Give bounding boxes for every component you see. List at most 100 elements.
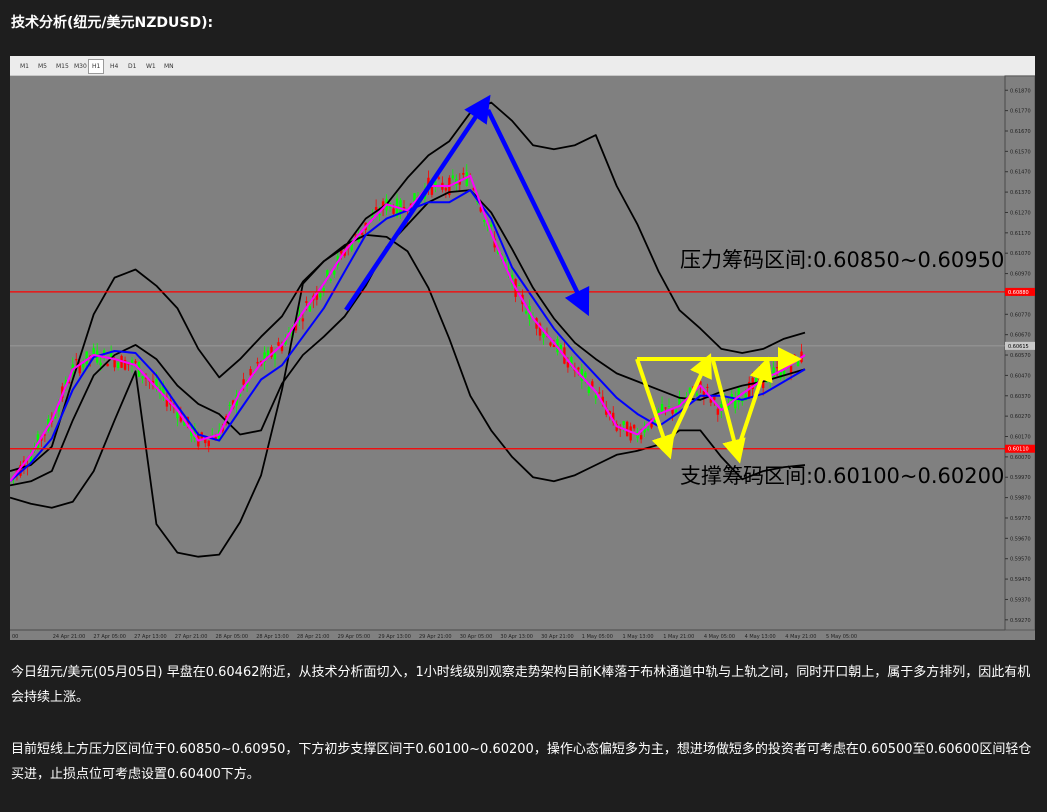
candle-body xyxy=(594,395,597,399)
analysis-paragraph-2: 目前短线上方压力区间位于0.60850~0.60950，下方初步支撑区间于0.6… xyxy=(11,742,1032,782)
y-tick-label: 0.60270 xyxy=(1010,414,1031,420)
x-tick-label: 29 Apr 21:00 xyxy=(419,634,452,640)
x-tick-label: 29 Apr 13:00 xyxy=(378,634,411,640)
candle-body xyxy=(399,200,402,214)
candle-body xyxy=(176,412,179,419)
y-tick-label: 0.60670 xyxy=(1010,333,1031,339)
y-tick-label: 0.61270 xyxy=(1010,210,1031,216)
y-tick-label: 0.59870 xyxy=(1010,496,1031,502)
analysis-paragraph-1: 今日纽元/美元(05月05日) 早盘在0.60462附近，从技术分析面切入，1小… xyxy=(11,665,1031,705)
candle-body xyxy=(632,424,636,429)
y-tick-label: 0.59570 xyxy=(1010,557,1031,563)
x-tick-label: 1 May 13:00 xyxy=(623,634,654,640)
candle-body xyxy=(106,363,109,367)
resistance-zone-annotation: 压力筹码区间:0.60850~0.60950 xyxy=(680,248,1004,272)
candle-body xyxy=(584,372,587,378)
candle-body xyxy=(333,270,336,275)
candle-body xyxy=(695,393,699,396)
candle-body xyxy=(242,379,245,385)
candle-body xyxy=(301,318,305,322)
candle-body xyxy=(85,351,88,365)
x-tick-label: 1 May 21:00 xyxy=(663,634,694,640)
plot-area xyxy=(10,76,1005,630)
candle-body xyxy=(629,426,632,441)
candle-body xyxy=(542,334,545,338)
x-tick-label: 24 Apr 21:00 xyxy=(53,634,86,640)
x-tick-label: 28 Apr 13:00 xyxy=(256,634,289,640)
candle-body xyxy=(625,421,629,437)
candle-body xyxy=(793,354,796,357)
candle-body xyxy=(249,368,252,376)
candle-body xyxy=(444,188,448,191)
y-tick-label: 0.61170 xyxy=(1010,231,1031,237)
candle-body xyxy=(489,224,493,227)
candle-body xyxy=(465,172,468,186)
y-tick-label: 0.61870 xyxy=(1010,88,1031,94)
candle-body xyxy=(524,311,528,314)
x-tick-label: 27 Apr 13:00 xyxy=(134,634,167,640)
candle-body xyxy=(437,177,441,179)
candle-body xyxy=(483,220,486,222)
candle-body xyxy=(141,376,144,379)
y-tick-label: 0.60070 xyxy=(1010,455,1031,461)
candle-body xyxy=(54,416,57,419)
candle-body xyxy=(462,173,465,175)
candle-body xyxy=(775,367,779,369)
candle-body xyxy=(674,410,678,413)
x-tick-label: 4 May 21:00 xyxy=(785,634,816,640)
y-tick-label: 0.60370 xyxy=(1010,394,1031,400)
x-tick-label: 4 May 13:00 xyxy=(745,634,776,640)
candle-body xyxy=(308,306,312,312)
y-tick-label: 0.61770 xyxy=(1010,109,1031,115)
candle-body xyxy=(329,279,332,281)
y-tick-label: 0.59770 xyxy=(1010,516,1031,522)
candle-body xyxy=(451,175,455,179)
resistance-price-label: 0.60880 xyxy=(1008,290,1029,296)
candle-body xyxy=(319,293,322,298)
x-tick-label: 28 Apr 21:00 xyxy=(297,634,330,640)
x-tick-label: 00 xyxy=(12,634,18,640)
y-tick-label: 0.60470 xyxy=(1010,373,1031,379)
candle-body xyxy=(639,435,643,440)
chart-svg: 0.61870 0.61770 0.61670 0.61570 0.61470 0.613… xyxy=(10,75,1035,640)
candle-body xyxy=(305,301,308,303)
x-tick-label: 4 May 05:00 xyxy=(704,634,735,640)
y-tick-label: 0.61070 xyxy=(1010,251,1031,257)
candle-body xyxy=(646,428,650,430)
x-tick-label: 27 Apr 21:00 xyxy=(175,634,208,640)
candle-body xyxy=(228,404,231,406)
candle-body xyxy=(116,362,120,369)
y-tick-label: 0.60970 xyxy=(1010,272,1031,278)
y-tick-label: 0.59970 xyxy=(1010,475,1031,481)
y-tick-label: 0.59270 xyxy=(1010,618,1031,624)
y-tick-label: 0.60170 xyxy=(1010,435,1031,441)
candle-body xyxy=(587,387,591,393)
candle-body xyxy=(667,405,671,407)
candle-body xyxy=(622,421,625,425)
x-tick-label: 30 Apr 13:00 xyxy=(500,634,533,640)
y-tick-label: 0.59370 xyxy=(1010,597,1031,603)
candle-body xyxy=(716,408,720,415)
candle-body xyxy=(517,285,521,287)
candle-body xyxy=(99,362,102,366)
candle-body xyxy=(559,344,563,349)
candle-body xyxy=(577,367,580,370)
y-tick-label: 0.61470 xyxy=(1010,170,1031,176)
candle-body xyxy=(549,342,552,346)
y-tick-label: 0.60770 xyxy=(1010,312,1031,318)
support-price-label: 0.60110 xyxy=(1008,447,1029,453)
candle-body xyxy=(273,353,277,360)
x-tick-label: 5 May 05:00 xyxy=(826,634,857,640)
price-chart: M1 M5 M15 M30 H1 H4 D1 W1 MN 0.61870 0.61770 0.616… xyxy=(10,56,1035,640)
x-tick-label: 28 Apr 05:00 xyxy=(216,634,249,640)
candle-body xyxy=(598,392,601,394)
y-tick-label: 0.60570 xyxy=(1010,353,1031,359)
y-tick-label: 0.59670 xyxy=(1010,536,1031,542)
candle-body xyxy=(207,440,210,447)
candle-body xyxy=(374,206,378,211)
current-price-label: 0.60615 xyxy=(1008,344,1029,350)
candle-body xyxy=(75,359,78,361)
page-heading: 技术分析(纽元/美元NZDUSD): xyxy=(11,15,214,31)
y-tick-label: 0.61570 xyxy=(1010,149,1031,155)
candle-body xyxy=(134,361,137,363)
